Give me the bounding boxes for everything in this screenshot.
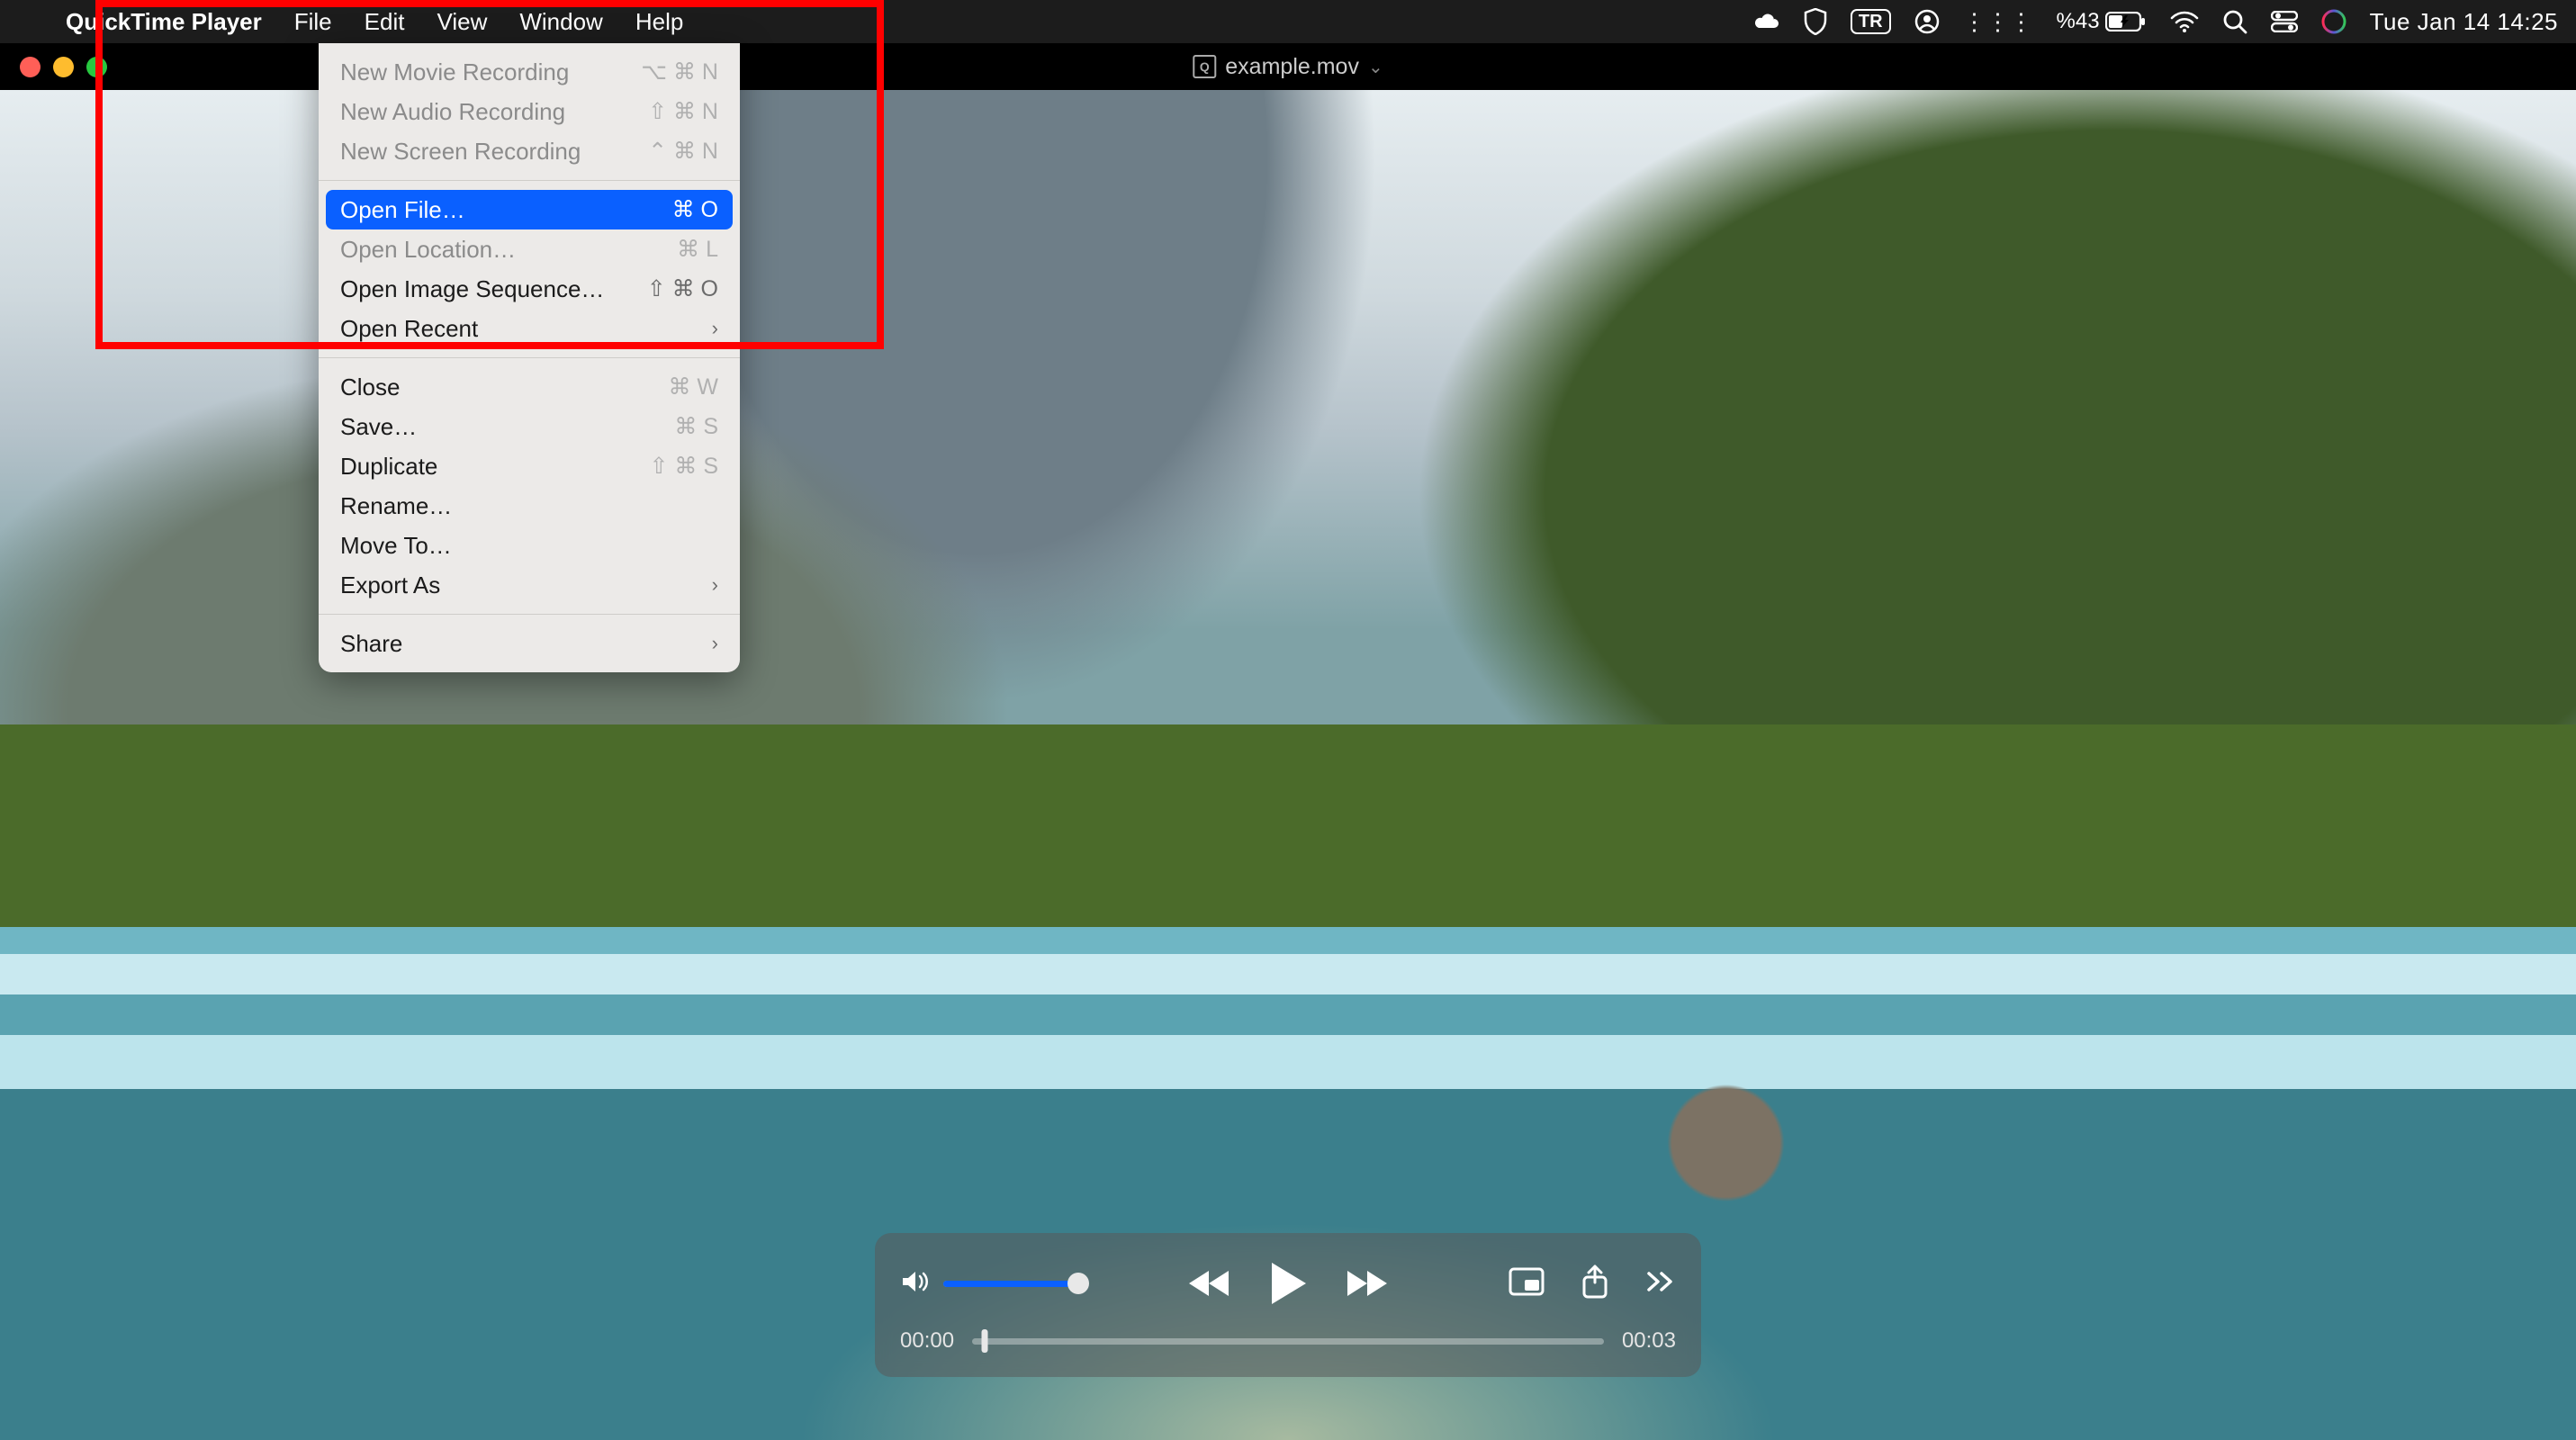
- pip-button[interactable]: [1509, 1267, 1545, 1300]
- menu-view[interactable]: View: [420, 0, 503, 43]
- app-name[interactable]: QuickTime Player: [50, 8, 278, 36]
- battery-percent: %43: [2057, 9, 2100, 34]
- chevron-down-icon: ⌄: [1368, 56, 1383, 78]
- document-icon: [1193, 55, 1216, 78]
- menu-item-close[interactable]: Close ⌘ W: [319, 367, 740, 407]
- control-center-icon[interactable]: [2271, 11, 2298, 32]
- security-icon[interactable]: [1804, 8, 1827, 35]
- dots-icon[interactable]: ⋮⋮⋮: [1963, 8, 2033, 36]
- menu-item-export-as[interactable]: Export As ›: [319, 565, 740, 605]
- user-icon[interactable]: [1914, 9, 1940, 34]
- menu-item-open-recent[interactable]: Open Recent ›: [319, 309, 740, 348]
- zoom-window-button[interactable]: [86, 57, 107, 77]
- traffic-lights: [20, 57, 107, 77]
- cloud-icon[interactable]: [1753, 12, 1780, 32]
- menu-item-shortcut: ⌘ S: [619, 412, 718, 441]
- siri-icon[interactable]: [2321, 9, 2346, 34]
- current-time: 00:00: [900, 1328, 954, 1354]
- menu-item-shortcut: ⌘ L: [619, 235, 718, 264]
- menu-item-shortcut: ⇧ ⌘ O: [619, 274, 718, 303]
- menu-item-label: Share: [340, 629, 402, 658]
- close-window-button[interactable]: [20, 57, 41, 77]
- menu-item-label: Open File…: [340, 195, 465, 224]
- menu-separator: [319, 614, 740, 615]
- menu-item-shortcut: ⌃ ⌘ N: [619, 137, 718, 166]
- minimize-window-button[interactable]: [53, 57, 74, 77]
- wifi-icon[interactable]: [2170, 11, 2199, 32]
- menu-item-label: New Audio Recording: [340, 97, 565, 126]
- menu-separator: [319, 357, 740, 358]
- playback-controls: 00:00 00:03: [875, 1233, 1701, 1377]
- menu-item-label: Open Location…: [340, 235, 516, 264]
- menu-item-shortcut: ⌥ ⌘ N: [619, 58, 718, 86]
- menu-item-label: Close: [340, 373, 400, 401]
- menu-item-label: Save…: [340, 412, 417, 441]
- menu-item-label: Rename…: [340, 491, 452, 520]
- input-source[interactable]: TR: [1851, 9, 1891, 34]
- menu-item-open-location: Open Location… ⌘ L: [319, 230, 740, 269]
- menu-item-label: Open Recent: [340, 314, 478, 343]
- volume-thumb[interactable]: [1067, 1273, 1089, 1294]
- menu-item-share[interactable]: Share ›: [319, 624, 740, 663]
- menubar-clock[interactable]: Tue Jan 14 14:25: [2370, 8, 2558, 36]
- menu-window[interactable]: Window: [503, 0, 618, 43]
- menu-item-shortcut: ⌘ W: [619, 373, 718, 401]
- document-title[interactable]: example.mov ⌄: [1193, 54, 1383, 80]
- menu-item-label: New Screen Recording: [340, 137, 581, 166]
- chevron-right-icon: ›: [712, 571, 718, 599]
- fast-forward-button[interactable]: [1344, 1267, 1389, 1300]
- share-button[interactable]: [1581, 1264, 1609, 1303]
- menubar: QuickTime Player File Edit View Window H…: [0, 0, 2576, 43]
- menu-edit[interactable]: Edit: [348, 0, 421, 43]
- chevron-right-icon: ›: [712, 629, 718, 658]
- file-dropdown-menu: New Movie Recording ⌥ ⌘ N New Audio Record…: [319, 43, 740, 672]
- menu-item-new-movie-recording: New Movie Recording ⌥ ⌘ N: [319, 52, 740, 92]
- menu-file[interactable]: File: [278, 0, 348, 43]
- menu-separator: [319, 180, 740, 181]
- spotlight-icon[interactable]: [2222, 9, 2247, 34]
- menu-item-rename[interactable]: Rename…: [319, 486, 740, 526]
- chevron-right-icon: ›: [712, 314, 718, 343]
- volume-control[interactable]: [900, 1269, 1078, 1299]
- menu-help[interactable]: Help: [619, 0, 699, 43]
- menu-item-open-file[interactable]: Open File… ⌘ O: [326, 190, 733, 230]
- menu-item-move-to[interactable]: Move To…: [319, 526, 740, 565]
- menu-item-duplicate[interactable]: Duplicate ⇧ ⌘ S: [319, 446, 740, 486]
- volume-slider[interactable]: [943, 1281, 1078, 1287]
- timeline-slider[interactable]: [972, 1338, 1604, 1345]
- menubar-status-area: TR ⋮⋮⋮ %43 Tue Jan 14 14:25: [1753, 8, 2576, 36]
- menu-item-shortcut: ⇧ ⌘ S: [619, 452, 718, 481]
- rewind-button[interactable]: [1187, 1267, 1232, 1300]
- menu-item-label: New Movie Recording: [340, 58, 569, 86]
- menu-item-save[interactable]: Save… ⌘ S: [319, 407, 740, 446]
- menu-item-shortcut: ⌘ O: [619, 195, 718, 224]
- menu-item-open-image-sequence[interactable]: Open Image Sequence… ⇧ ⌘ O: [319, 269, 740, 309]
- playhead-thumb[interactable]: [982, 1329, 988, 1353]
- menu-item-new-screen-recording: New Screen Recording ⌃ ⌘ N: [319, 131, 740, 171]
- duration: 00:03: [1622, 1328, 1676, 1354]
- menu-item-label: Open Image Sequence…: [340, 274, 604, 303]
- menu-item-label: Export As: [340, 571, 440, 599]
- document-name: example.mov: [1225, 54, 1359, 80]
- play-button[interactable]: [1268, 1261, 1308, 1306]
- battery-status[interactable]: %43: [2057, 9, 2147, 34]
- volume-icon: [900, 1269, 931, 1299]
- menu-item-shortcut: ⇧ ⌘ N: [619, 97, 718, 126]
- more-button[interactable]: [1645, 1270, 1676, 1298]
- menu-item-new-audio-recording: New Audio Recording ⇧ ⌘ N: [319, 92, 740, 131]
- menu-item-label: Move To…: [340, 531, 452, 560]
- menu-item-label: Duplicate: [340, 452, 437, 481]
